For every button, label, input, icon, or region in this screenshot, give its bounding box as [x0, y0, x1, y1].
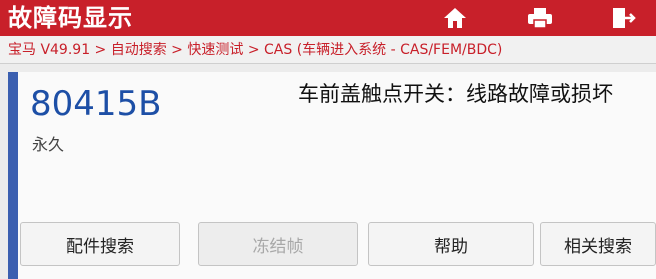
- related-search-button[interactable]: 相关搜索: [540, 222, 656, 266]
- exit-icon[interactable]: [608, 4, 638, 32]
- fault-description: 车前盖触点开关：线路故障或损坏: [298, 82, 613, 106]
- fault-status: 永久: [32, 135, 65, 154]
- freeze-frame-button[interactable]: 冻结帧: [198, 222, 358, 266]
- selection-accent-bar: [8, 72, 18, 279]
- fault-code: 80415B: [30, 84, 162, 124]
- home-icon[interactable]: [440, 4, 470, 32]
- title-bar: 故障码显示: [0, 0, 656, 36]
- help-button[interactable]: 帮助: [368, 222, 534, 266]
- action-button-row: 配件搜索 冻结帧 帮助 相关搜索: [20, 222, 656, 266]
- parts-search-button[interactable]: 配件搜索: [20, 222, 180, 266]
- print-icon[interactable]: [525, 4, 555, 32]
- breadcrumb: 宝马 V49.91 > 自动搜索 > 快速测试 > CAS (车辆进入系统 - …: [0, 36, 656, 64]
- page-title: 故障码显示: [8, 4, 133, 32]
